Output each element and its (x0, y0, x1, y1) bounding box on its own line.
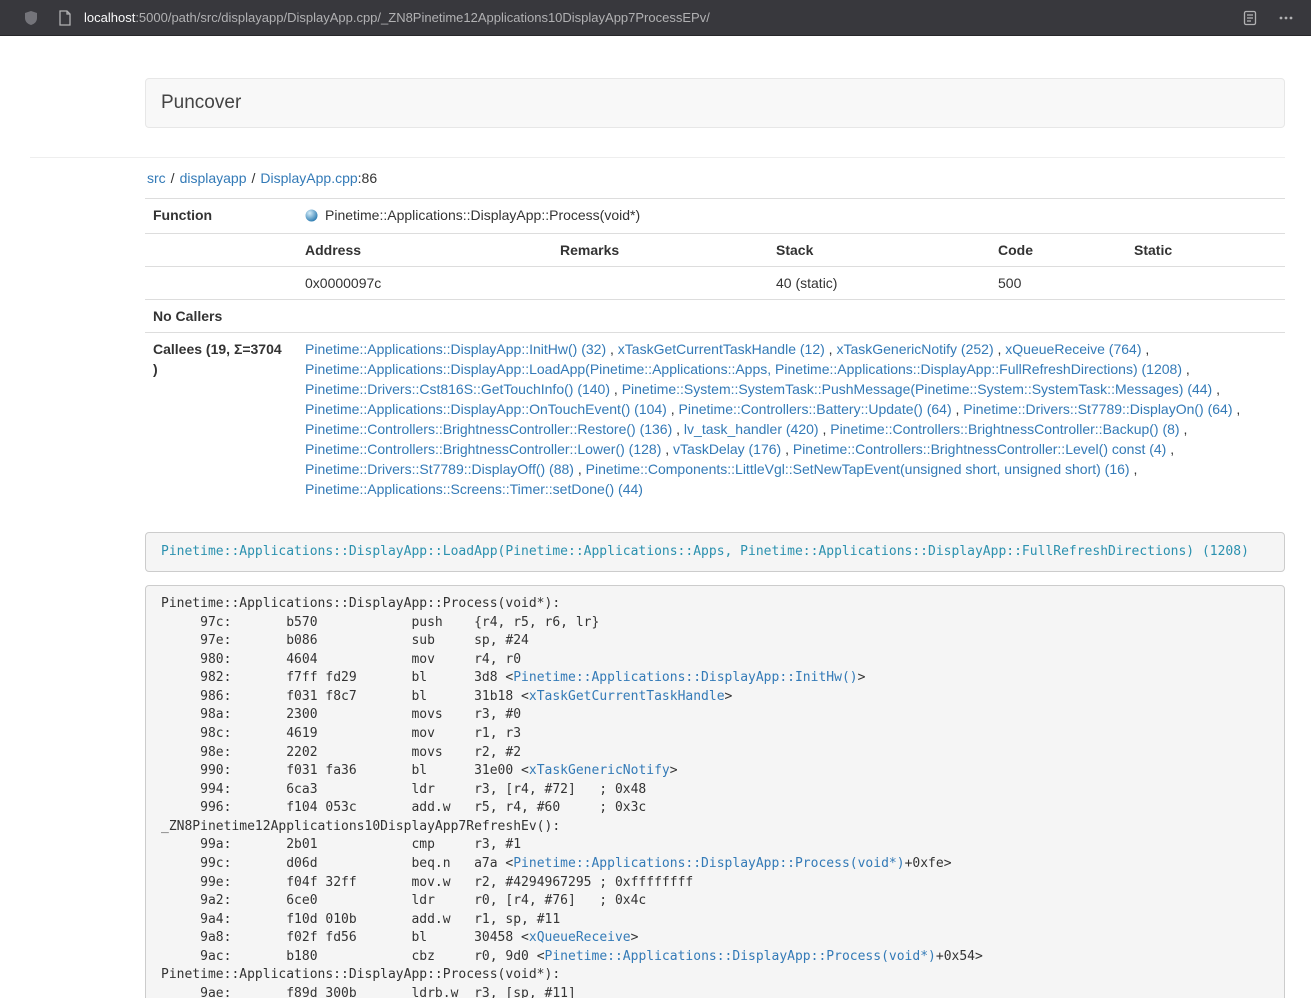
columns-header-row: Address Remarks Stack Code Static (145, 234, 1285, 267)
values-row: 0x0000097c 40 (static) 500 (145, 267, 1285, 300)
reader-icon-glyph (1242, 10, 1258, 26)
asm-symbol-link[interactable]: Pinetime::Applications::DisplayApp::Proc… (513, 856, 904, 871)
page-icon-glyph (58, 10, 72, 26)
empty-cell (145, 267, 297, 300)
callee-link[interactable]: Pinetime::Applications::Screens::Timer::… (305, 481, 643, 497)
breadcrumb-file-link[interactable]: DisplayApp.cpp (260, 170, 357, 186)
cell-code: 500 (990, 267, 1126, 300)
callee-link[interactable]: lv_task_handler (420) (684, 421, 819, 437)
dots-icon-glyph (1278, 10, 1294, 26)
callee-link[interactable]: xTaskGenericNotify (252) (836, 341, 993, 357)
no-callers-label: No Callers (145, 300, 297, 333)
callee-link[interactable]: Pinetime::Controllers::BrightnessControl… (830, 421, 1179, 437)
function-row-label: Function (145, 199, 297, 234)
breadcrumb-separator: / (171, 170, 175, 186)
col-header-stack: Stack (768, 234, 990, 267)
callee-link[interactable]: Pinetime::Drivers::St7789::DisplayOff() … (305, 461, 574, 477)
callee-link[interactable]: Pinetime::Drivers::St7789::DisplayOn() (… (963, 401, 1232, 417)
disassembly-pre: Pinetime::Applications::DisplayApp::Proc… (145, 585, 1285, 998)
callee-link[interactable]: Pinetime::Controllers::BrightnessControl… (305, 421, 672, 437)
col-header-static: Static (1126, 234, 1285, 267)
function-name: Pinetime::Applications::DisplayApp::Proc… (325, 207, 640, 223)
browser-toolbar: localhost:5000/path/src/displayapp/Displ… (0, 0, 1311, 36)
navbar: Puncover (145, 78, 1285, 128)
callees-row: Callees (19, Σ=3704 ) Pinetime::Applicat… (145, 333, 1285, 506)
callee-link[interactable]: Pinetime::Controllers::BrightnessControl… (305, 441, 661, 457)
callee-link[interactable]: Pinetime::Components::LittleVgl::SetNewT… (586, 461, 1130, 477)
callee-link[interactable]: Pinetime::System::SystemTask::PushMessag… (622, 381, 1213, 397)
no-callers-empty-cell (297, 300, 1285, 333)
callee-link[interactable]: xTaskGetCurrentTaskHandle (12) (618, 341, 825, 357)
asm-symbol-link[interactable]: xTaskGenericNotify (529, 763, 670, 778)
brand-title[interactable]: Puncover (146, 92, 256, 114)
page-info-icon[interactable] (52, 5, 78, 31)
url-bar[interactable]: localhost:5000/path/src/displayapp/Displ… (84, 10, 1237, 25)
no-callers-row: No Callers (145, 300, 1285, 333)
function-name-cell: Pinetime::Applications::DisplayApp::Proc… (297, 199, 1285, 234)
breadcrumb-line-number: :86 (358, 170, 377, 186)
function-icon (305, 207, 318, 227)
asm-symbol-link[interactable]: xTaskGetCurrentTaskHandle (529, 689, 725, 704)
callee-link[interactable]: xQueueReceive (764) (1005, 341, 1141, 357)
callee-link[interactable]: vTaskDelay (176) (673, 441, 781, 457)
callee-link[interactable]: Pinetime::Applications::DisplayApp::OnTo… (305, 401, 667, 417)
callee-link[interactable]: Pinetime::Applications::DisplayApp::Init… (305, 341, 606, 357)
shield-icon-glyph (23, 10, 39, 26)
asm-symbol-link[interactable]: Pinetime::Applications::DisplayApp::Proc… (545, 949, 936, 964)
col-header-code: Code (990, 234, 1126, 267)
callee-link[interactable]: Pinetime::Applications::DisplayApp::Load… (305, 361, 1182, 377)
breadcrumb-separator: / (252, 170, 256, 186)
col-header-address: Address (297, 234, 552, 267)
function-table: Function Pinetime::Applications::Display… (145, 198, 1285, 505)
function-row: Function Pinetime::Applications::Display… (145, 199, 1285, 234)
callees-list: Pinetime::Applications::DisplayApp::Init… (297, 333, 1285, 506)
breadcrumb: src/displayapp/DisplayApp.cpp:86 (147, 170, 1285, 186)
signature-link[interactable]: Pinetime::Applications::DisplayApp::Load… (161, 544, 1249, 559)
divider (30, 157, 1285, 158)
callees-label: Callees (19, Σ=3704 ) (145, 333, 297, 506)
reader-view-icon[interactable] (1237, 5, 1263, 31)
cell-stack: 40 (static) (768, 267, 990, 300)
signature-box: Pinetime::Applications::DisplayApp::Load… (145, 532, 1285, 572)
asm-symbol-link[interactable]: Pinetime::Applications::DisplayApp::Init… (513, 670, 857, 685)
callee-link[interactable]: Pinetime::Drivers::Cst816S::GetTouchInfo… (305, 381, 610, 397)
shield-icon[interactable] (18, 5, 44, 31)
breadcrumb-displayapp-link[interactable]: displayapp (180, 170, 247, 186)
callee-link[interactable]: Pinetime::Controllers::Battery::Update()… (679, 401, 952, 417)
cell-remarks (552, 267, 768, 300)
col-header-remarks: Remarks (552, 234, 768, 267)
url-host: localhost (84, 10, 135, 25)
main-content: Puncover src/displayapp/DisplayApp.cpp:8… (145, 78, 1285, 998)
url-path: :5000/path/src/displayapp/DisplayApp.cpp… (135, 10, 710, 25)
asm-symbol-link[interactable]: xQueueReceive (529, 930, 631, 945)
overflow-menu-icon[interactable] (1273, 5, 1299, 31)
cell-address: 0x0000097c (297, 267, 552, 300)
breadcrumb-src-link[interactable]: src (147, 170, 166, 186)
cell-static (1126, 267, 1285, 300)
empty-header-cell (145, 234, 297, 267)
callee-link[interactable]: Pinetime::Controllers::BrightnessControl… (793, 441, 1166, 457)
